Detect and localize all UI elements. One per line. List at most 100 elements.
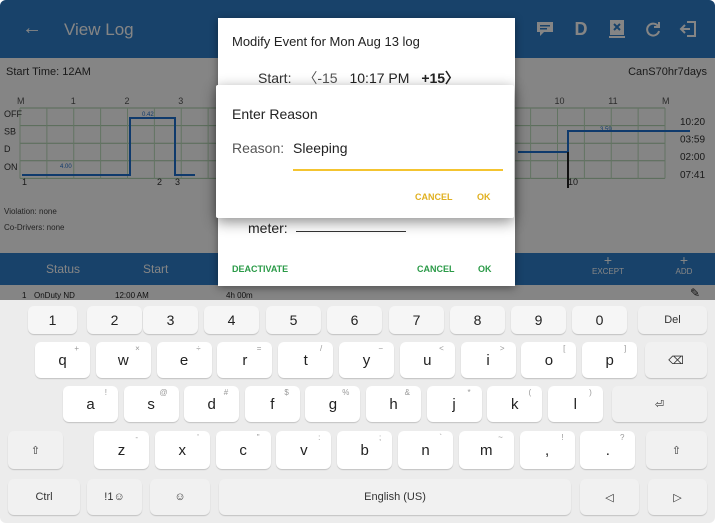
reason-input[interactable]	[293, 138, 503, 158]
reason-ok-button[interactable]: OK	[477, 192, 491, 202]
key-label: 1	[48, 312, 57, 328]
key-3[interactable]: 3	[143, 306, 198, 334]
key-u[interactable]: u <	[399, 342, 455, 378]
key-label: n	[421, 441, 430, 459]
key-alt-label: >	[499, 344, 505, 353]
key-label: k	[510, 395, 519, 413]
key-alt-label: '	[197, 433, 199, 442]
key-label: x	[178, 441, 187, 459]
key-f[interactable]: f $	[244, 386, 300, 422]
space-key[interactable]: English (US)	[219, 479, 571, 515]
key-l[interactable]: l)	[547, 386, 603, 422]
key-label: ◁	[605, 491, 614, 504]
cursor-right-key[interactable]: ▷	[648, 479, 707, 515]
key-7[interactable]: 7	[389, 306, 444, 334]
shift-right-key[interactable]: ⇧	[646, 431, 707, 469]
delete-key[interactable]: Del	[638, 306, 707, 334]
key-label: 3	[166, 312, 175, 328]
key-w[interactable]: w ×	[95, 342, 151, 378]
key-label: f	[270, 395, 275, 413]
key-label: 5	[289, 312, 298, 328]
key-alt-label: "	[256, 433, 260, 442]
key-alt-label: :	[318, 433, 321, 442]
key-alt-label: /	[319, 344, 323, 353]
key-label: d	[207, 395, 216, 413]
key-label: m	[480, 441, 493, 459]
cursor-left-key[interactable]: ◁	[580, 479, 639, 515]
key-label: h	[389, 395, 398, 413]
key-label: r	[242, 351, 248, 369]
key-label: 8	[473, 312, 482, 328]
key-1[interactable]: 1	[28, 306, 77, 334]
key-d[interactable]: d #	[184, 386, 240, 422]
key-n[interactable]: n `	[398, 431, 453, 469]
key-z[interactable]: z-	[94, 431, 149, 469]
key-alt-label: =	[256, 344, 262, 353]
key-label: ⌫	[668, 354, 684, 367]
key-label: 2	[110, 312, 119, 328]
backspace-key[interactable]: ⌫	[645, 342, 707, 378]
key-v[interactable]: v:	[276, 431, 332, 469]
key-comma[interactable]: ,!	[519, 431, 575, 469]
key-c[interactable]: c "	[215, 431, 271, 469]
start-label: Start:	[258, 70, 292, 86]
symbols-key[interactable]: !1☺	[87, 479, 142, 515]
key-i[interactable]: i >	[460, 342, 516, 378]
key-label: o	[544, 351, 554, 369]
key-h[interactable]: h &	[366, 386, 421, 422]
key-label: ▷	[673, 491, 682, 504]
key-alt-label: $	[284, 388, 289, 397]
key-2[interactable]: 2	[87, 306, 142, 334]
key-g[interactable]: g%	[305, 386, 361, 422]
meter-field[interactable]	[296, 231, 406, 232]
key-label: p	[605, 351, 614, 369]
key-9[interactable]: 9	[511, 306, 566, 334]
modify-ok-button[interactable]: OK	[478, 264, 492, 274]
key-label: s	[147, 395, 155, 413]
plus-15-button[interactable]: +15〉	[421, 70, 459, 86]
key-b[interactable]: b;	[337, 431, 393, 469]
key-t[interactable]: t /	[278, 342, 334, 378]
key-alt-label: -	[135, 433, 138, 442]
key-4[interactable]: 4	[204, 306, 259, 334]
key-label: 9	[534, 312, 543, 328]
shift-left-key[interactable]: ⇧	[8, 431, 63, 469]
tablet-screen: ← View Log D Start Time: 12AM CanS70hr7d…	[0, 0, 715, 523]
key-5[interactable]: 5	[266, 306, 321, 334]
key-y[interactable]: y −	[339, 342, 394, 378]
key-a[interactable]: a!	[63, 386, 118, 422]
reason-cancel-button[interactable]: CANCEL	[415, 192, 453, 202]
deactivate-button[interactable]: DEACTIVATE	[232, 264, 288, 274]
key-label: z	[117, 441, 126, 459]
key-6[interactable]: 6	[327, 306, 382, 334]
key-label: Del	[664, 314, 681, 326]
key-alt-label: (	[528, 388, 532, 397]
key-label: !1☺	[104, 491, 125, 503]
emoji-key[interactable]: ☺	[150, 479, 210, 515]
key-label: ☺	[174, 491, 186, 503]
key-x[interactable]: x '	[154, 431, 210, 469]
ctrl-key[interactable]: Ctrl	[8, 479, 80, 515]
key-s[interactable]: s @	[123, 386, 179, 422]
key-r[interactable]: r =	[217, 342, 273, 378]
minus-15-button[interactable]: 〈-15	[303, 70, 337, 86]
key-q[interactable]: q +	[35, 342, 90, 378]
key-o[interactable]: o[	[521, 342, 577, 378]
key-label: c	[239, 441, 247, 459]
key-p[interactable]: p]	[582, 342, 638, 378]
key-label: 0	[595, 312, 604, 328]
enter-key[interactable]: ⏎	[612, 386, 707, 422]
key-label: b	[360, 441, 369, 459]
key-8[interactable]: 8	[450, 306, 505, 334]
key-0[interactable]: 0	[572, 306, 627, 334]
modify-cancel-button[interactable]: CANCEL	[417, 264, 455, 274]
key-period[interactable]: .?	[580, 431, 636, 469]
on-screen-keyboard: 1 2 3 4 5 6 7 8 9 0 Del q + w × e ÷ r = t / y − u < i > o[p] ⌫ a! s @ d #…	[0, 300, 715, 523]
key-label: j	[452, 395, 456, 413]
key-m[interactable]: m ~	[458, 431, 514, 469]
key-k[interactable]: k(	[487, 386, 543, 422]
key-alt-label: <	[439, 344, 444, 353]
key-e[interactable]: e ÷	[156, 342, 212, 378]
reason-input-underline	[293, 169, 503, 171]
key-j[interactable]: j *	[426, 386, 482, 422]
